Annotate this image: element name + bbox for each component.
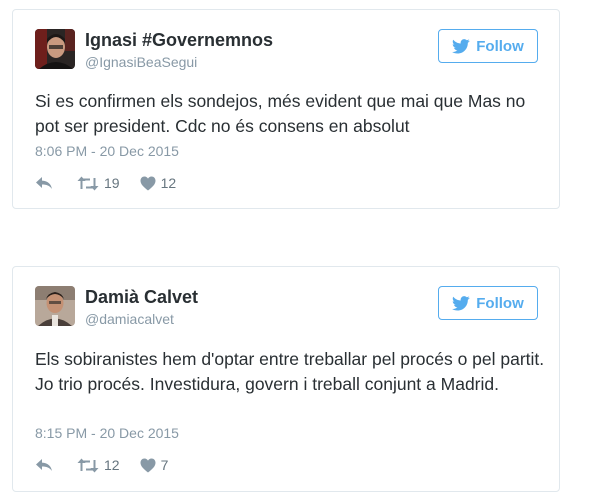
like-button[interactable]: 12 — [140, 175, 177, 191]
like-count: 7 — [160, 457, 169, 473]
reply-icon — [35, 458, 53, 472]
follow-button[interactable]: Follow — [438, 29, 538, 63]
reply-button[interactable] — [35, 176, 53, 190]
retweet-count: 19 — [104, 175, 120, 191]
reply-button[interactable] — [35, 458, 53, 472]
display-name[interactable]: Ignasi #Governemnos — [85, 30, 273, 51]
retweet-icon — [77, 458, 99, 473]
heart-icon — [140, 458, 156, 473]
follow-button[interactable]: Follow — [438, 286, 538, 320]
tweet-card: Ignasi #Governemnos @IgnasiBeaSegui Foll… — [12, 9, 560, 209]
like-button[interactable]: 7 — [140, 457, 169, 473]
retweet-icon — [77, 176, 99, 191]
twitter-bird-icon — [452, 38, 470, 54]
tweet-text: Si es confirmen els sondejos, més eviden… — [35, 91, 526, 136]
retweet-button[interactable]: 19 — [77, 175, 120, 191]
display-name[interactable]: Damià Calvet — [85, 287, 198, 308]
reply-icon — [35, 176, 53, 190]
avatar[interactable] — [35, 286, 75, 326]
heart-icon — [140, 176, 156, 191]
retweet-count: 12 — [104, 457, 120, 473]
avatar[interactable] — [35, 29, 75, 69]
user-handle[interactable]: @damiacalvet — [85, 311, 174, 327]
follow-label: Follow — [476, 37, 524, 55]
tweet-timestamp[interactable]: 8:15 PM - 20 Dec 2015 — [35, 425, 179, 441]
tweet-text: Els sobiranistes hem d'optar entre treba… — [35, 349, 545, 394]
tweet-card: Damià Calvet @damiacalvet Follow Els sob… — [12, 266, 560, 492]
tweet-actions: 12 7 — [35, 455, 168, 475]
tweet-actions: 19 12 — [35, 173, 176, 193]
follow-label: Follow — [476, 294, 524, 312]
user-handle[interactable]: @IgnasiBeaSegui — [85, 54, 197, 70]
like-count: 12 — [160, 175, 177, 191]
twitter-bird-icon — [452, 295, 470, 311]
retweet-button[interactable]: 12 — [77, 457, 120, 473]
tweet-timestamp[interactable]: 8:06 PM - 20 Dec 2015 — [35, 143, 179, 159]
